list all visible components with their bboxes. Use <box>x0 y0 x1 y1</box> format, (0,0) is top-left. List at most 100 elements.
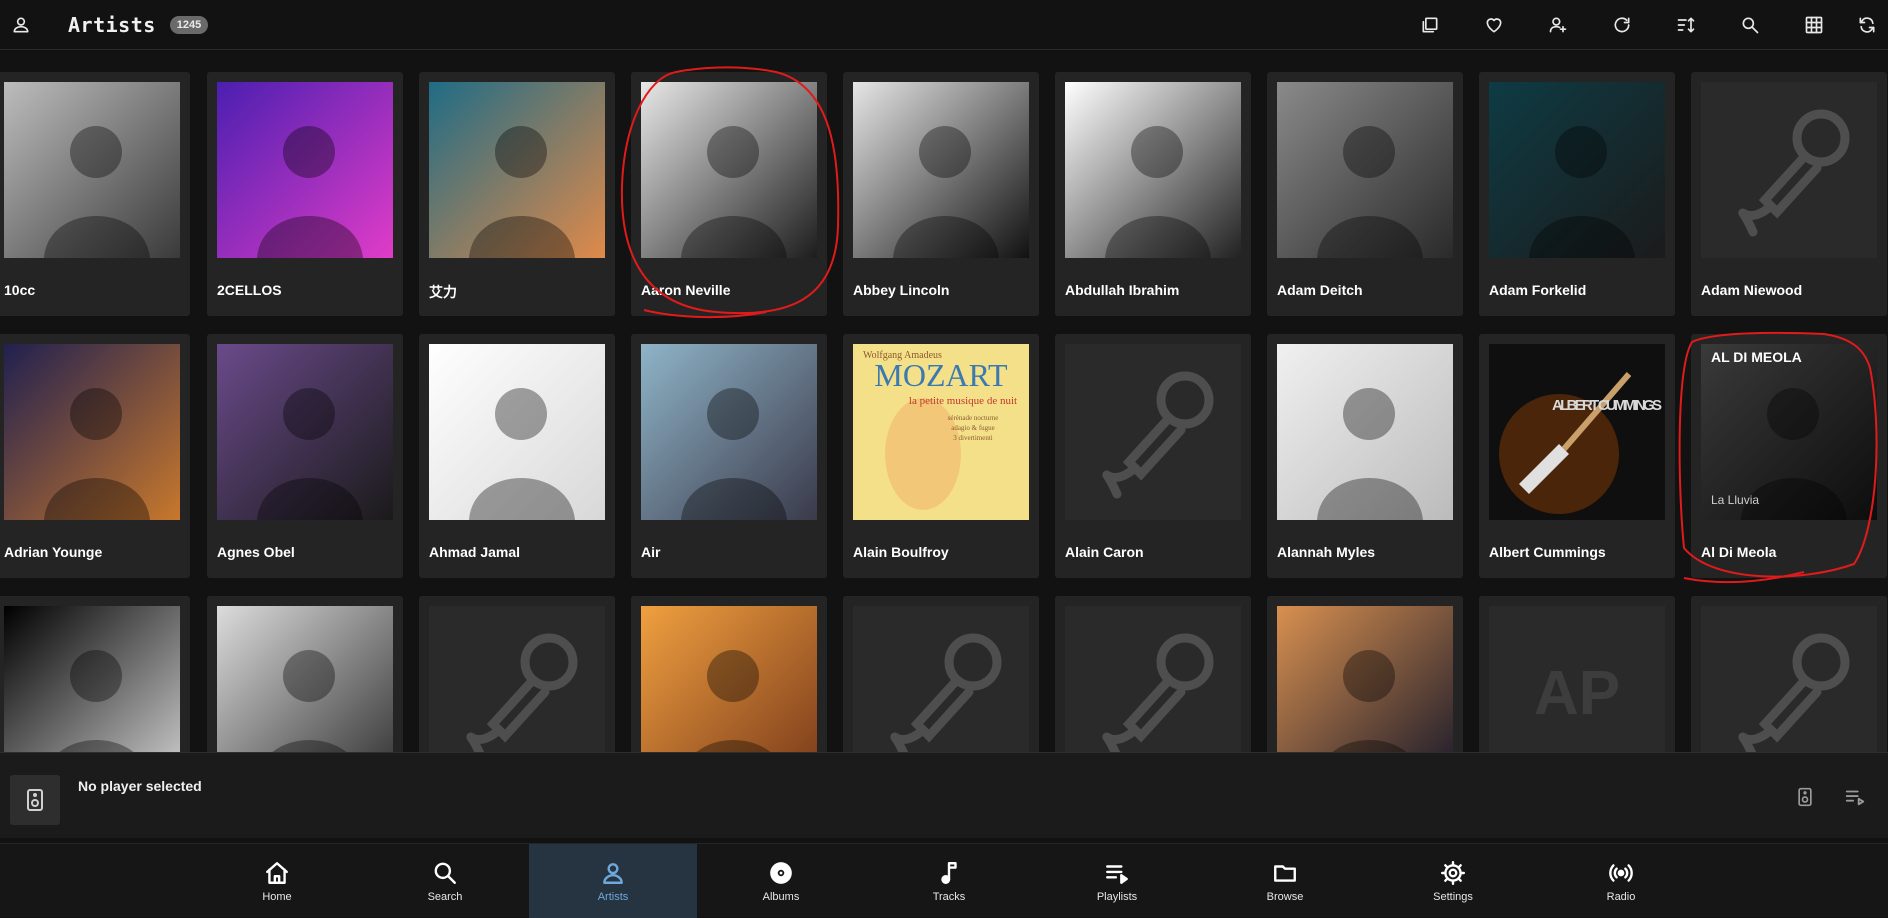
artist-card[interactable]: Air <box>631 334 827 578</box>
artist-image: AP <box>1489 606 1665 752</box>
player-status: No player selected <box>78 778 202 794</box>
artist-initials: AP <box>1534 659 1620 728</box>
artist-card[interactable]: AP <box>1479 596 1675 752</box>
disc-icon <box>770 861 792 884</box>
account-button[interactable] <box>0 0 42 50</box>
select-icon <box>1422 17 1438 33</box>
artist-image <box>1277 344 1453 520</box>
grid-icon <box>1805 16 1823 34</box>
heart-icon <box>1486 18 1502 33</box>
sync-icon <box>1859 17 1875 33</box>
artist-image <box>1065 344 1241 520</box>
artist-name: 2CELLOS <box>217 282 282 298</box>
artist-card[interactable]: Adrian Younge <box>0 334 190 578</box>
top-bar: Artists 1245 <box>0 0 1888 50</box>
folder-icon <box>1274 864 1296 882</box>
artist-grid: AP Алексей AL DI MEOLA La Lluvia Al Di Meola… <box>0 50 1888 752</box>
cover-text: la petite musique de nuit <box>909 395 1017 407</box>
nav-browse-label: Browse <box>1266 890 1304 903</box>
nav-playlists[interactable]: Playlists <box>1033 844 1201 918</box>
artist-card[interactable]: Aaron Neville <box>631 72 827 316</box>
nav-radio-label: Radio <box>1606 890 1636 903</box>
nav-home[interactable]: Home <box>193 844 361 918</box>
artist-card[interactable]: ALBERT CUMMINGS Albert Cummings <box>1479 334 1675 578</box>
sync-button[interactable] <box>1846 0 1888 50</box>
search-button[interactable] <box>1718 0 1782 50</box>
artist-card[interactable] <box>631 596 827 752</box>
nav-albums[interactable]: Albums <box>697 844 865 918</box>
artist-card[interactable] <box>0 596 190 752</box>
nav-artists[interactable]: Artists <box>529 844 697 918</box>
select-button[interactable] <box>1398 0 1462 50</box>
view-toggle-button[interactable] <box>1782 0 1846 50</box>
player-select-button[interactable] <box>10 775 60 825</box>
refresh-icon <box>1614 17 1630 33</box>
refresh-button[interactable] <box>1590 0 1654 50</box>
artist-image <box>4 344 180 520</box>
artist-image: Wolfgang Amadeus MOZART la petite musique … <box>853 344 1029 520</box>
queue-button[interactable] <box>1843 785 1867 809</box>
artist-name: Adam Niewood <box>1701 282 1803 298</box>
sort-icon <box>1677 17 1695 33</box>
sort-button[interactable] <box>1654 0 1718 50</box>
artist-card[interactable]: Adam Niewood <box>1691 72 1887 316</box>
artist-name: Ahmad Jamal <box>429 544 521 560</box>
queue-icon <box>1845 790 1865 806</box>
artist-image <box>1065 82 1241 258</box>
artist-image <box>1701 606 1877 752</box>
cover-text: La Lluvia <box>1711 493 1759 507</box>
artist-name: Air <box>641 544 661 560</box>
artist-card[interactable]: Agnes Obel <box>207 334 403 578</box>
artist-name: Al Di Meola <box>1701 544 1777 560</box>
page-title: Artists <box>68 12 156 37</box>
artist-image <box>217 82 393 258</box>
artist-image: Алексей <box>1277 606 1453 752</box>
artist-image <box>641 82 817 258</box>
artist-name: Albert Cummings <box>1489 544 1606 560</box>
artist-icon <box>603 862 623 884</box>
nav-radio[interactable]: Radio <box>1537 844 1705 918</box>
favorites-filter-button[interactable] <box>1462 0 1526 50</box>
artist-name: Alannah Myles <box>1277 544 1376 560</box>
artist-card[interactable]: Ahmad Jamal <box>419 334 615 578</box>
user-add-icon <box>1549 17 1567 33</box>
cover-text: MOZART <box>874 357 1008 393</box>
artist-name: Abbey Lincoln <box>853 282 950 298</box>
search-icon <box>1742 17 1759 34</box>
artist-card[interactable]: Alain Caron <box>1055 334 1251 578</box>
cover-text: 3 divertimenti <box>953 434 993 442</box>
nav-search[interactable]: Search <box>361 844 529 918</box>
nav-tracks-label: Tracks <box>932 890 966 903</box>
artist-card[interactable]: Алексей <box>1267 596 1463 752</box>
artist-card[interactable] <box>1691 596 1887 752</box>
artist-card[interactable]: Wolfgang Amadeus MOZART la petite musique … <box>843 334 1039 578</box>
speaker-icon <box>27 789 43 811</box>
nav-settings[interactable]: Settings <box>1369 844 1537 918</box>
artist-image <box>853 606 1029 752</box>
artist-card[interactable]: 2CELLOS <box>207 72 403 316</box>
artist-card[interactable] <box>419 596 615 752</box>
radio-icon <box>1609 863 1633 882</box>
artist-card[interactable] <box>207 596 403 752</box>
nav-artists-label: Artists <box>597 890 629 903</box>
speaker-icon <box>1798 787 1812 807</box>
artist-card[interactable] <box>1055 596 1251 752</box>
album-artists-filter-button[interactable] <box>1526 0 1590 50</box>
artist-card[interactable]: 艾力 <box>419 72 615 316</box>
artist-image: ALBERT CUMMINGS <box>1489 344 1665 520</box>
artist-name: Aaron Neville <box>641 282 731 298</box>
artist-card[interactable]: Adam Deitch <box>1267 72 1463 316</box>
nav-home-label: Home <box>262 890 292 903</box>
artist-card[interactable]: AL DI MEOLA La Lluvia Al Di Meola <box>1691 334 1887 578</box>
artist-card[interactable]: Alannah Myles <box>1267 334 1463 578</box>
artist-card[interactable] <box>843 596 1039 752</box>
artist-card[interactable]: Abbey Lincoln <box>843 72 1039 316</box>
artist-image <box>1489 82 1665 258</box>
player-devices-button[interactable] <box>1793 785 1817 809</box>
artist-card[interactable]: Adam Forkelid <box>1479 72 1675 316</box>
artist-card[interactable]: Abdullah Ibrahim <box>1055 72 1251 316</box>
artist-image <box>4 82 180 258</box>
nav-browse[interactable]: Browse <box>1201 844 1369 918</box>
nav-tracks[interactable]: Tracks <box>865 844 1033 918</box>
artist-card[interactable]: 10cc <box>0 72 190 316</box>
